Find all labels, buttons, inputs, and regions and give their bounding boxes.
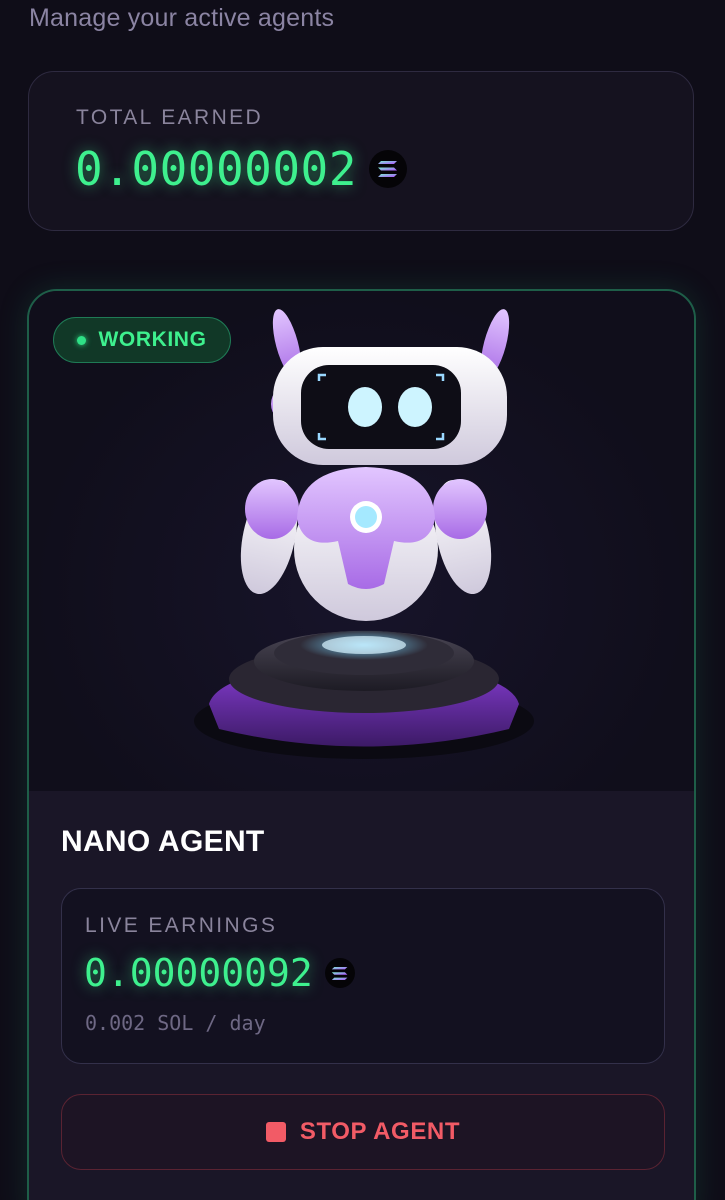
total-earned-label: TOTAL EARNED bbox=[76, 106, 264, 129]
live-earnings-row: 0.00000092 bbox=[84, 951, 355, 995]
live-earnings-value: 0.00000092 bbox=[84, 951, 313, 995]
solana-icon bbox=[324, 958, 355, 988]
stop-agent-button[interactable]: STOP AGENT bbox=[61, 1094, 665, 1170]
solana-icon bbox=[368, 150, 407, 188]
live-earnings-label: LIVE EARNINGS bbox=[85, 914, 278, 937]
page-subtitle: Manage your active agents bbox=[29, 4, 335, 32]
agent-card: WORKING NANO AGENT LIVE EARNINGS 0.00000… bbox=[27, 289, 696, 1200]
agents-page: Manage your active agents TOTAL EARNED 0… bbox=[0, 0, 725, 1200]
status-dot-icon bbox=[77, 335, 87, 345]
agent-hero: WORKING bbox=[29, 291, 694, 791]
live-earnings-card: LIVE EARNINGS 0.00000092 0.002 SOL / day bbox=[61, 888, 665, 1064]
agent-name: NANO AGENT bbox=[61, 825, 265, 858]
stop-agent-label: STOP AGENT bbox=[299, 1118, 461, 1145]
total-earned-value: 0.00000002 bbox=[75, 142, 357, 196]
total-earned-card: TOTAL EARNED 0.00000002 bbox=[28, 71, 694, 231]
earning-rate: 0.002 SOL / day bbox=[85, 1011, 266, 1035]
stop-icon bbox=[265, 1122, 286, 1142]
total-earned-row: 0.00000002 bbox=[75, 142, 407, 196]
robot-illustration bbox=[194, 309, 534, 759]
